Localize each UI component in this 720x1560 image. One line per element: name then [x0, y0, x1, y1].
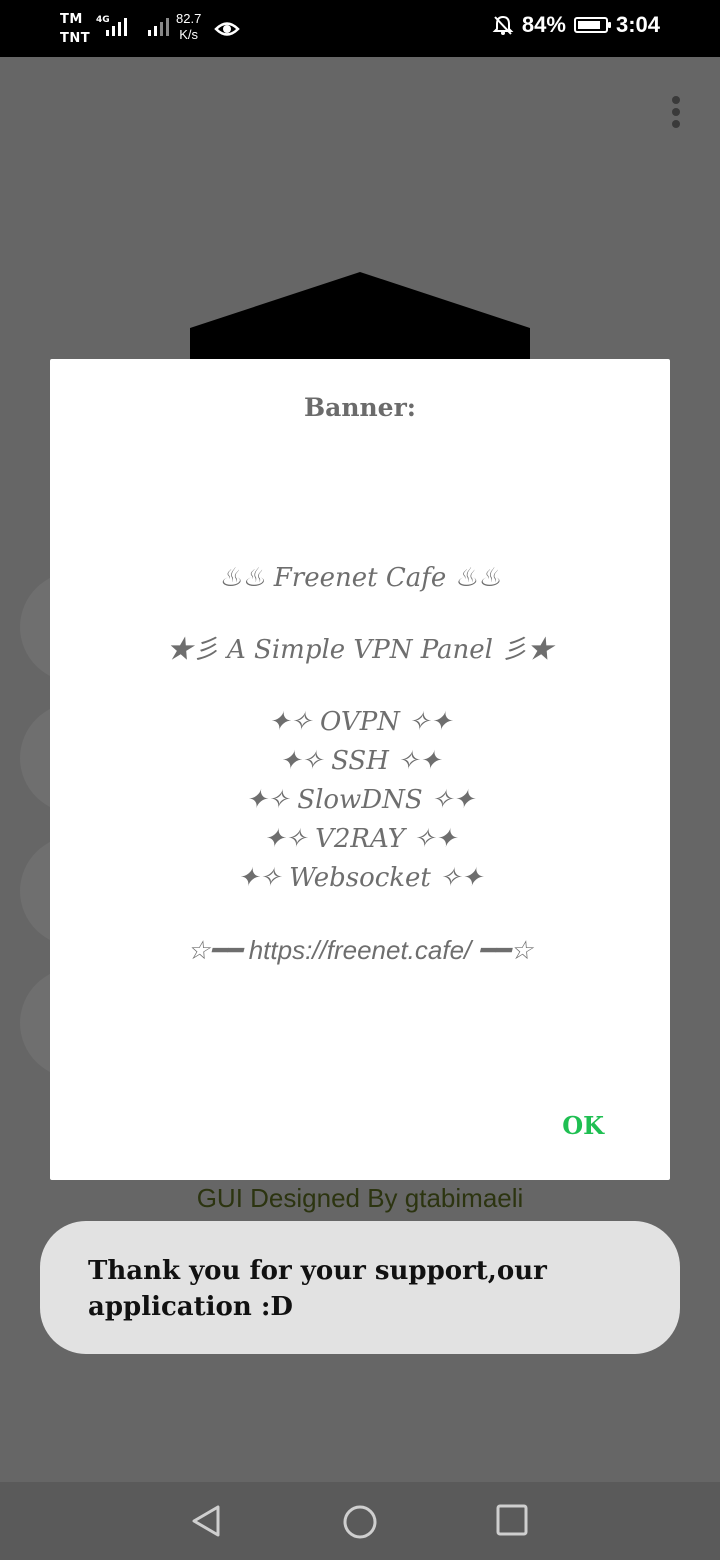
carrier-1: TM: [60, 12, 83, 27]
toast: Thank you for your support,our applicati…: [40, 1221, 680, 1354]
signal-icon: [106, 18, 127, 36]
network-speed: 82.7 K/s: [176, 11, 201, 43]
battery-fill: [577, 21, 600, 29]
bell-muted-icon: [492, 15, 514, 35]
home-circle-icon[interactable]: [341, 1503, 379, 1541]
status-bar: TM TNT 4G 82.7 K/s 84% 3:04: [0, 0, 720, 57]
connect-button-shape: [190, 272, 530, 362]
banner-message: ♨♨ Freenet Cafe ♨♨ ★彡 A Simple VPN Panel…: [50, 559, 670, 970]
battery-icon: [573, 17, 611, 33]
more-vert-icon[interactable]: [668, 96, 684, 130]
ok-button[interactable]: OK: [562, 1111, 604, 1140]
navigation-bar: [0, 1482, 720, 1560]
carrier-2: TNT: [60, 31, 91, 46]
net-speed-value: 82.7: [176, 11, 202, 26]
back-triangle-icon[interactable]: [188, 1503, 224, 1539]
credit-text: GUI Designed By gtabimaeli: [196, 1183, 524, 1213]
banner-line: ✦✧ SlowDNS ✧✦: [245, 785, 475, 815]
status-right: 84% 3:04: [492, 12, 660, 38]
banner-line: ✦✧ OVPN ✧✦: [268, 707, 452, 737]
carrier-labels: TM TNT: [60, 10, 90, 48]
banner-line: ✦✧ SSH ✧✦: [279, 746, 441, 776]
net-speed-unit: K/s: [179, 27, 199, 42]
banner-dialog: Banner: ♨♨ Freenet Cafe ♨♨ ★彡 A Simple V…: [50, 359, 670, 1180]
banner-line: ★彡 A Simple VPN Panel 彡★: [166, 635, 554, 665]
battery-percent: 84%: [521, 12, 566, 37]
banner-url-line: ☆━━ https://freenet.cafe/ ━━☆: [186, 935, 534, 965]
banner-line: ♨♨ Freenet Cafe ♨♨: [218, 563, 502, 593]
eye-comfort-icon: [214, 22, 240, 36]
banner-line: ✦✧ Websocket ✧✦: [237, 863, 483, 893]
banner-line: ✦✧ V2RAY ✧✦: [263, 824, 457, 854]
recents-square-icon[interactable]: [495, 1503, 529, 1537]
toast-message: Thank you for your support,our applicati…: [88, 1256, 547, 1322]
dialog-title: Banner:: [304, 393, 416, 422]
signal-2-icon: [148, 18, 169, 36]
clock: 3:04: [615, 12, 660, 37]
